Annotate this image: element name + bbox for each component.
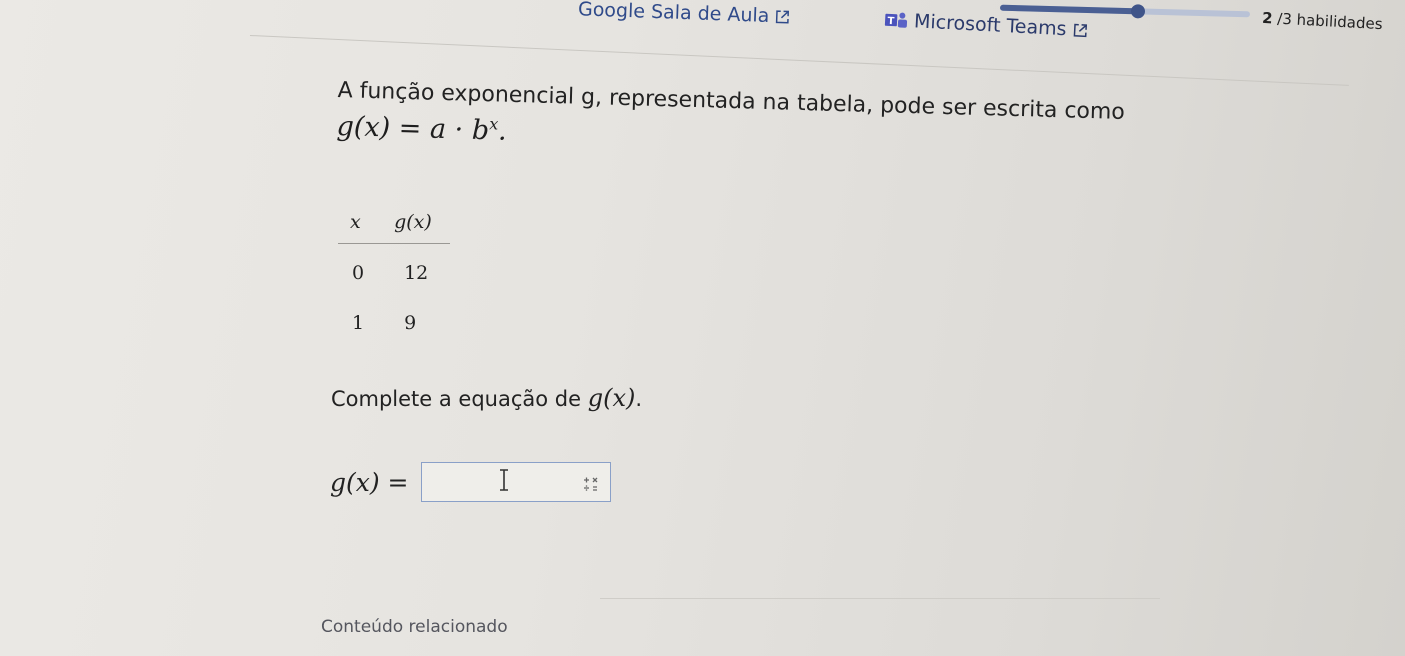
page: Google Sala de Aula T Microsoft Teams 2 … [0, 0, 1405, 656]
skill-progress-bar [999, 4, 1251, 19]
table-cell-x: 0 [352, 262, 365, 284]
instruction-label: Complete a equação de [331, 387, 582, 411]
instruction-text: Complete a equação de g(x). [331, 384, 642, 412]
table-header-row: x g(x) [338, 205, 450, 244]
table-row: 0 12 [338, 244, 450, 295]
related-content-link[interactable]: Conteúdo relacionado [321, 617, 508, 637]
footer-divider [600, 598, 1160, 599]
external-link-icon [775, 9, 791, 25]
table-row: 1 9 [338, 294, 450, 344]
skills-counter: 2 /3 habilidades [1262, 9, 1383, 33]
table-cell-gx: 9 [404, 312, 417, 334]
top-bar: Google Sala de Aula T Microsoft Teams 2 … [0, 0, 1405, 58]
text-cursor-icon [498, 469, 510, 491]
skill-progress-fill [999, 4, 1138, 15]
table-header-x: x [338, 205, 383, 244]
microsoft-teams-icon: T [884, 10, 909, 31]
microsoft-teams-link[interactable]: T Microsoft Teams [884, 9, 1088, 42]
answer-row: g(x) = [330, 462, 611, 502]
google-classroom-link[interactable]: Google Sala de Aula [578, 0, 791, 28]
question-prompt-block: A função exponencial g, representada na … [336, 78, 1237, 167]
instruction-math: g(x) [587, 384, 636, 412]
skills-total: 3 habilidades [1281, 9, 1383, 34]
external-link-icon [1072, 22, 1088, 38]
math-keypad-icon[interactable] [582, 476, 600, 492]
table-cell-gx: 12 [404, 262, 429, 284]
microsoft-teams-link-label: Microsoft Teams [913, 10, 1068, 41]
answer-label: g(x) = [330, 467, 409, 497]
google-classroom-link-label: Google Sala de Aula [577, 0, 770, 27]
formula-lhs: g(x) = a · b [336, 110, 490, 147]
skills-current: 2 [1261, 8, 1273, 28]
skill-progress-knob [1130, 4, 1145, 19]
svg-text:T: T [887, 16, 895, 27]
table-cell-x: 1 [352, 312, 365, 334]
values-table: x g(x) 0 12 1 9 [338, 205, 450, 344]
instruction-end: . [635, 387, 643, 411]
table-header-gx: g(x) [382, 205, 450, 244]
formula-end: . [497, 115, 508, 147]
answer-field[interactable] [420, 462, 611, 502]
